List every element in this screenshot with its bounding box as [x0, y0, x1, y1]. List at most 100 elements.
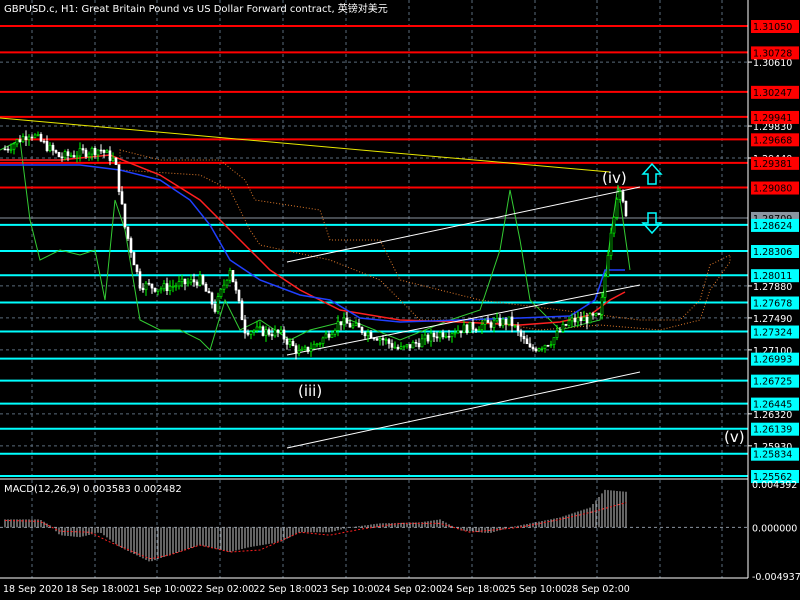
candle-body [420, 338, 424, 348]
candle-body [156, 289, 160, 292]
arrow-down-icon [641, 212, 663, 235]
candle-body [198, 275, 202, 286]
candle-body [87, 153, 91, 157]
candle-body [282, 329, 286, 340]
candle-body [225, 279, 229, 286]
candle-body [315, 343, 319, 346]
candle-body [252, 330, 256, 332]
candle-body [594, 313, 598, 316]
candle-body [561, 324, 565, 332]
candle-body [342, 317, 346, 326]
candle-body [54, 150, 58, 153]
candle-body [162, 283, 166, 290]
candle-body [375, 338, 379, 341]
candle-body [102, 149, 106, 153]
candle-body [564, 324, 568, 326]
candle-body [9, 148, 13, 151]
moving-average-blue [0, 164, 625, 323]
candle-body [264, 329, 268, 336]
candle-body [579, 317, 583, 322]
candle-body [495, 318, 499, 322]
candle-body [444, 335, 448, 338]
candle-body [180, 278, 184, 282]
chart-canvas[interactable]: (iii) (iv) (v) 1.306101.298301.294401.27… [0, 0, 800, 600]
candle-body [426, 334, 430, 342]
candle-body [354, 323, 358, 326]
candle-body [15, 139, 19, 145]
cyan-level-label: 1.28624 [753, 221, 792, 232]
candle-body [621, 191, 625, 202]
candle-body [18, 139, 22, 143]
candle-body [81, 148, 85, 151]
candle-body [69, 155, 73, 157]
candle-body [531, 346, 535, 350]
candle-body [201, 275, 205, 285]
candle-body [33, 134, 37, 138]
red-level-label: 1.29080 [753, 184, 792, 195]
candle-body [132, 252, 136, 266]
candle-body [279, 329, 283, 333]
wave-label-iv: (iv) [602, 169, 627, 187]
macd-pane [0, 489, 748, 562]
candle-body [402, 345, 406, 348]
candle-body [195, 281, 199, 286]
candle-body [525, 338, 529, 345]
candle-body [615, 199, 619, 218]
candle-body [318, 343, 322, 345]
red-level-label: 1.29668 [753, 135, 792, 146]
candle-body [435, 336, 439, 339]
candle-body [150, 283, 154, 289]
candle-body [390, 343, 394, 348]
candle-body [45, 141, 49, 151]
candle-body [552, 337, 556, 345]
candle-body [369, 332, 373, 339]
candle-body [453, 332, 457, 335]
candle-body [267, 329, 271, 335]
candle-body [480, 324, 484, 330]
cyan-level-label: 1.26725 [753, 377, 792, 388]
candle-body [165, 283, 169, 291]
candle-body [42, 140, 46, 143]
candle-body [24, 136, 28, 140]
time-axis-label: 28 Sep 02:00 [566, 584, 629, 595]
macd-axis-label: 0.000000 [752, 523, 797, 534]
candle-body [510, 316, 514, 327]
candle-body [90, 148, 94, 155]
candle-body [399, 346, 403, 349]
wave-label-iii: (iii) [298, 382, 322, 400]
candle-body [306, 346, 310, 352]
candle-body [576, 317, 580, 323]
candle-body [126, 226, 130, 239]
candle-body [213, 303, 217, 312]
candle-body [153, 287, 157, 292]
candle-body [219, 288, 223, 297]
candle-body [537, 348, 541, 352]
candle-body [378, 338, 382, 341]
candle-body [48, 144, 52, 151]
horizontal-levels [0, 25, 748, 477]
cyan-level-label: 1.25834 [753, 450, 792, 461]
candle-body [216, 296, 220, 312]
candle-body [348, 323, 352, 328]
cyan-level-label: 1.27678 [753, 298, 792, 309]
candle-body [138, 271, 142, 289]
candle-body [534, 348, 538, 352]
candle-body [174, 285, 178, 288]
candle-body [459, 330, 463, 334]
candle-body [363, 332, 367, 337]
price-axis[interactable]: 1.306101.298301.294401.278801.274901.271… [748, 20, 800, 583]
candle-body [72, 155, 76, 158]
candle-body [456, 330, 460, 334]
candle-body [486, 319, 490, 323]
candle-body [276, 329, 280, 333]
time-axis[interactable]: 18 Sep 2020 18 Sep 18:00 21 Sep 10:00 22 Se… [3, 578, 630, 595]
candle-body [501, 318, 505, 327]
candle-body [474, 329, 478, 331]
candle-body [606, 255, 610, 277]
candle-body [600, 296, 604, 315]
candle-body [321, 337, 325, 344]
candle-body [336, 321, 340, 331]
candle-body [285, 338, 289, 345]
moving-average-red [0, 154, 626, 326]
candle-body [549, 344, 553, 346]
